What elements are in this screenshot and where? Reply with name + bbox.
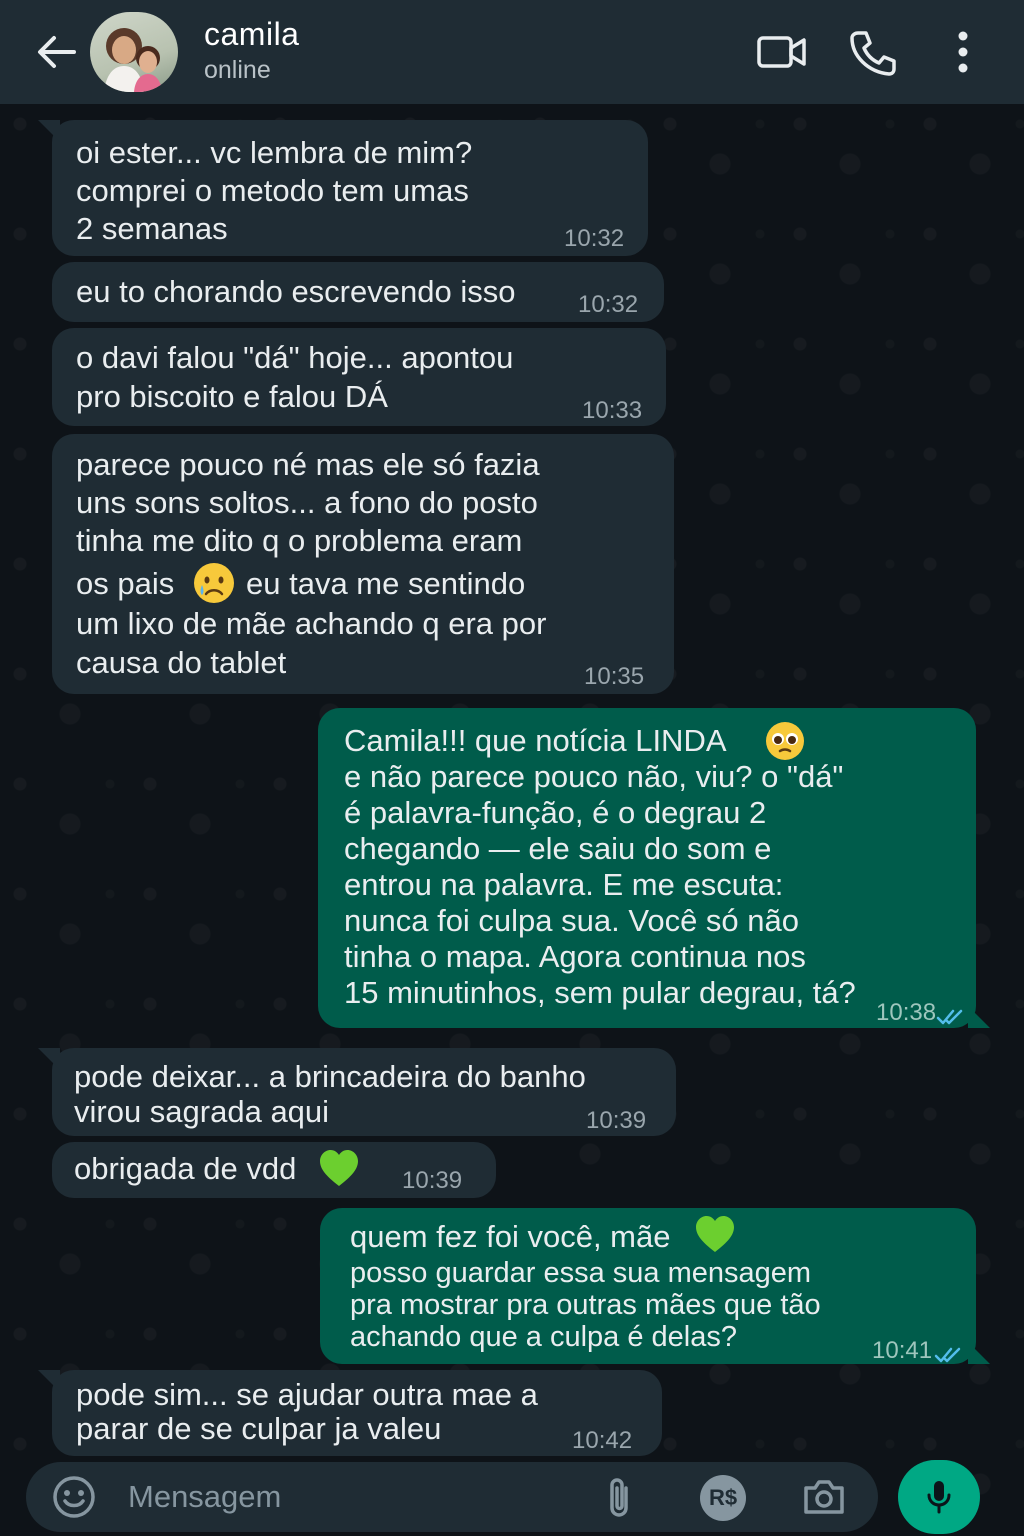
more-vert-icon[interactable] — [948, 28, 978, 76]
microphone-icon — [927, 1481, 951, 1514]
back-arrow-icon[interactable] — [34, 30, 78, 74]
read-ticks-icon — [936, 998, 966, 1025]
message-text-line: comprei o metodo tem umas — [76, 173, 469, 208]
emoji-icon[interactable] — [52, 1475, 96, 1519]
message-input[interactable]: Mensagem — [128, 1479, 281, 1515]
message-text-line: entrou na palavra. E me escuta: — [344, 867, 784, 902]
message-text-line: virou sagrada aqui — [74, 1094, 330, 1129]
message-text-line: e não parece pouco não, viu? o "dá" — [344, 759, 844, 794]
message-text-line: 15 minutinhos, sem pular degrau, tá? — [344, 975, 856, 1010]
message-text-line: parece pouco né mas ele só fazia — [76, 447, 540, 482]
message-text-line: 2 semanas — [76, 211, 228, 246]
incoming-message[interactable]: parece pouco né mas ele só fazia uns son… — [52, 434, 674, 694]
message-text-line: tinha me dito q o problema eram — [76, 523, 523, 558]
contact-status: online — [204, 56, 271, 84]
message-text-line: obrigada de vdd — [74, 1151, 297, 1186]
read-ticks-icon — [934, 1336, 964, 1363]
message-text-line: uns sons soltos... a fono do posto — [76, 485, 538, 520]
message-time: 10:32 — [564, 225, 625, 252]
incoming-message[interactable]: pode deixar... a brincadeira do banho vi… — [38, 1048, 676, 1136]
message-text-line: os pais — [76, 566, 175, 601]
payment-icon[interactable]: R$ — [700, 1475, 746, 1521]
message-time: 10:39 — [586, 1107, 647, 1134]
message-time: 10:38 — [876, 999, 937, 1026]
message-text-line: pro biscoito e falou DÁ — [76, 379, 388, 414]
incoming-message[interactable]: pode sim... se ajudar outra mae a parar … — [38, 1370, 662, 1456]
message-time: 10:39 — [402, 1167, 463, 1194]
message-text-line: causa do tablet — [76, 645, 287, 680]
message-text-line: eu to chorando escrevendo isso — [76, 274, 516, 309]
bubble-tail — [38, 120, 60, 142]
message-text-line: pode deixar... a brincadeira do banho — [74, 1059, 586, 1094]
bubble-tail — [968, 1342, 990, 1364]
camera-icon[interactable] — [802, 1478, 846, 1516]
message-text-line: tinha o mapa. Agora continua nos — [344, 939, 806, 974]
avatar[interactable] — [90, 12, 178, 92]
payment-label: R$ — [708, 1485, 738, 1510]
incoming-message[interactable]: obrigada de vdd 10:39 — [52, 1142, 496, 1198]
message-time: 10:35 — [584, 663, 645, 690]
message-text-line: um lixo de mãe achando q era por — [76, 606, 547, 641]
bubble-tail — [38, 1048, 60, 1070]
paperclip-icon[interactable] — [604, 1476, 634, 1520]
message-time: 10:42 — [572, 1427, 633, 1454]
message-text-line: oi ester... vc lembra de mim? — [76, 135, 473, 170]
video-call-icon[interactable] — [756, 28, 808, 76]
message-text-line: o davi falou "dá" hoje... apontou — [76, 340, 514, 375]
message-time: 10:32 — [578, 291, 639, 318]
microphone-button[interactable] — [898, 1460, 980, 1534]
message-text-line: é palavra-função, é o degrau 2 — [344, 795, 767, 830]
outgoing-message[interactable]: Camila!!! que notícia LINDA e não parece… — [318, 708, 990, 1028]
outgoing-message[interactable]: quem fez foi você, mãe posso guardar ess… — [320, 1208, 990, 1364]
bubble-tail — [968, 1006, 990, 1028]
green-heart-emoji — [318, 1148, 360, 1197]
message-text-line: achando que a culpa é delas? — [350, 1321, 737, 1353]
incoming-message[interactable]: eu to chorando escrevendo isso 10:32 — [52, 262, 664, 322]
message-input-bar: Mensagem R$ — [26, 1462, 878, 1532]
message-text-line: Camila!!! que notícia LINDA — [344, 723, 727, 758]
chat-header: camila online — [0, 0, 1024, 104]
message-text-line: quem fez foi você, mãe — [350, 1219, 671, 1254]
message-text-line: eu tava me sentindo — [246, 566, 526, 601]
message-time: 10:33 — [582, 397, 643, 424]
message-text-line: parar de se culpar ja valeu — [76, 1411, 442, 1446]
phone-call-icon[interactable] — [848, 28, 898, 76]
message-text-line: chegando — ele saiu do som e — [344, 831, 772, 866]
bubble-tail — [38, 1370, 60, 1392]
contact-name[interactable]: camila — [204, 16, 299, 53]
message-text-line: pode sim... se ajudar outra mae a — [76, 1377, 538, 1412]
incoming-message[interactable]: oi ester... vc lembra de mim? comprei o … — [38, 120, 648, 256]
incoming-message[interactable]: o davi falou "dá" hoje... apontou pro bi… — [52, 328, 666, 426]
message-text-line: nunca foi culpa sua. Você só não — [344, 903, 799, 938]
message-time: 10:41 — [872, 1337, 933, 1364]
